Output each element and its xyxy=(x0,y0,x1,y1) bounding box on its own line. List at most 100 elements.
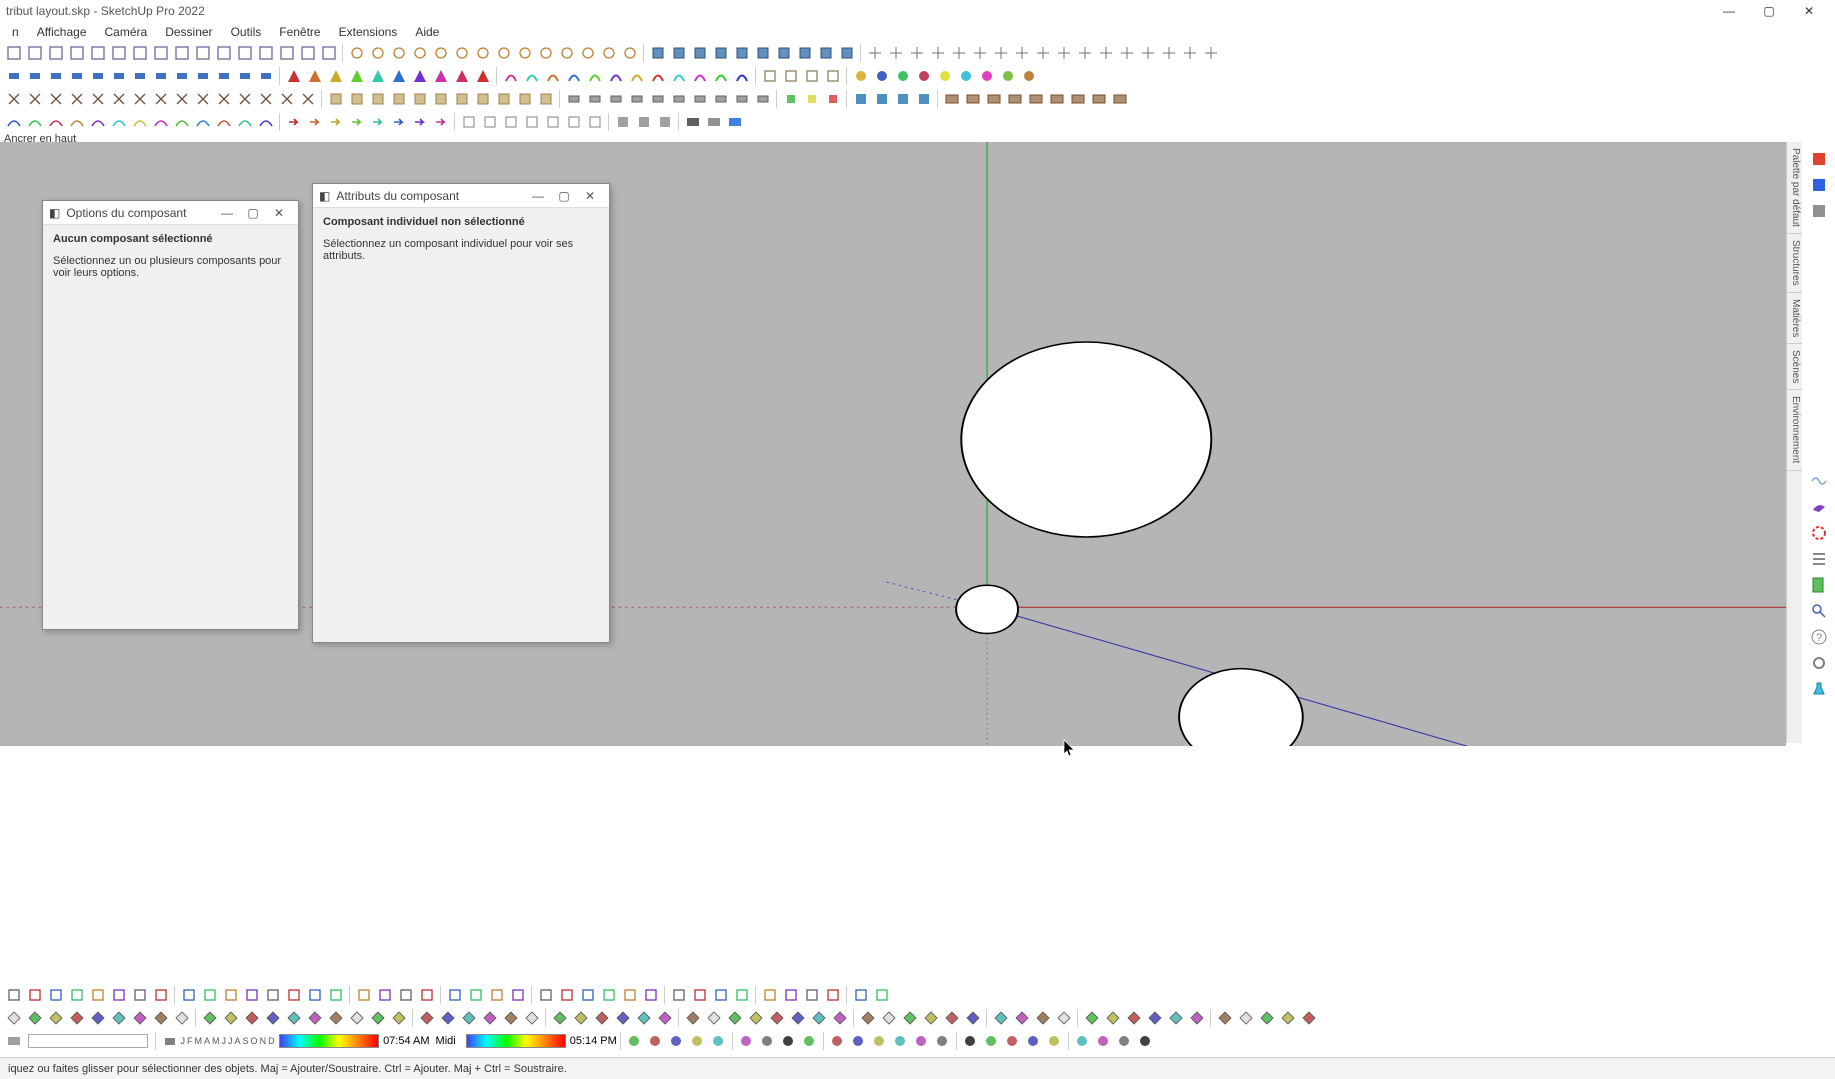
tool-r1-2[interactable] xyxy=(46,43,65,62)
tool-b1-26[interactable] xyxy=(578,985,597,1004)
tool-b1-3[interactable] xyxy=(67,985,86,1004)
tool-r1b-3[interactable] xyxy=(410,43,429,62)
tool-r3f-0[interactable] xyxy=(942,89,961,108)
tool-r3b-0[interactable] xyxy=(326,89,345,108)
tool-r2e-5[interactable] xyxy=(956,66,975,85)
tool-r4c-5[interactable] xyxy=(564,112,583,131)
tool-b1-33[interactable] xyxy=(732,985,751,1004)
tool-r1c-0[interactable] xyxy=(648,43,667,62)
tab-environnement[interactable]: Environnement xyxy=(1787,390,1802,470)
menu-outils[interactable]: Outils xyxy=(223,24,270,40)
help-icon[interactable]: ? xyxy=(1808,626,1830,648)
printer-icon[interactable] xyxy=(160,1031,179,1050)
panel-options-close[interactable]: ✕ xyxy=(266,206,292,220)
tool-b2-42[interactable] xyxy=(921,1008,940,1027)
tool-b3b-0[interactable] xyxy=(625,1031,644,1050)
tool-b2-8[interactable] xyxy=(172,1008,191,1027)
tab-matieres[interactable]: Matières xyxy=(1787,293,1802,344)
tool-r1d-11[interactable] xyxy=(1096,43,1115,62)
bird-icon[interactable] xyxy=(1808,496,1830,518)
tab-scenes[interactable]: Scènes xyxy=(1787,344,1802,390)
tool-b1-31[interactable] xyxy=(690,985,709,1004)
tool-r3c-1[interactable] xyxy=(585,89,604,108)
tool-r3-11[interactable] xyxy=(235,89,254,108)
maximize-button[interactable]: ▢ xyxy=(1749,0,1789,22)
tool-r4d-0[interactable] xyxy=(613,112,632,131)
tool-b3b-9[interactable] xyxy=(828,1031,847,1050)
minimize-button[interactable]: — xyxy=(1709,0,1749,22)
tool-r2d-2[interactable] xyxy=(802,66,821,85)
tool-b1-37[interactable] xyxy=(823,985,842,1004)
tool-r1b-10[interactable] xyxy=(557,43,576,62)
tool-r2b-0[interactable] xyxy=(284,66,303,85)
tool-b3b-14[interactable] xyxy=(933,1031,952,1050)
tool-r4-4[interactable] xyxy=(88,112,107,131)
tool-r3-6[interactable] xyxy=(130,89,149,108)
tool-b1-8[interactable] xyxy=(179,985,198,1004)
tool-r2-3[interactable] xyxy=(67,66,86,85)
tool-b2-20[interactable] xyxy=(438,1008,457,1027)
cube-blue-icon[interactable] xyxy=(1808,174,1830,196)
tool-r2c-1[interactable] xyxy=(522,66,541,85)
tool-r3b-4[interactable] xyxy=(410,89,429,108)
tool-b3b-11[interactable] xyxy=(870,1031,889,1050)
circle-large[interactable] xyxy=(961,342,1211,537)
tool-b2-58[interactable] xyxy=(1278,1008,1297,1027)
panel-component-options[interactable]: ◧ Options du composant — ▢ ✕ Aucun compo… xyxy=(42,200,299,630)
tool-r4-2[interactable] xyxy=(46,112,65,131)
tool-r1-4[interactable] xyxy=(88,43,107,62)
tool-r3c-0[interactable] xyxy=(564,89,583,108)
tool-r3c-9[interactable] xyxy=(753,89,772,108)
tool-b2-44[interactable] xyxy=(963,1008,982,1027)
tool-r4d-1[interactable] xyxy=(634,112,653,131)
tool-r2b-2[interactable] xyxy=(326,66,345,85)
tool-r3b-9[interactable] xyxy=(515,89,534,108)
tool-b3b-3[interactable] xyxy=(688,1031,707,1050)
tool-r2b-1[interactable] xyxy=(305,66,324,85)
tool-r1c-3[interactable] xyxy=(711,43,730,62)
tool-r4b-6[interactable] xyxy=(410,112,429,131)
tool-b1-32[interactable] xyxy=(711,985,730,1004)
tool-b2-4[interactable] xyxy=(88,1008,107,1027)
tool-r2e-2[interactable] xyxy=(893,66,912,85)
tool-b2-10[interactable] xyxy=(221,1008,240,1027)
tool-r4-3[interactable] xyxy=(67,112,86,131)
tool-b3b-12[interactable] xyxy=(891,1031,910,1050)
tool-b2-36[interactable] xyxy=(788,1008,807,1027)
panel-attr-close[interactable]: ✕ xyxy=(577,189,603,203)
tool-b2-23[interactable] xyxy=(501,1008,520,1027)
tool-r2b-7[interactable] xyxy=(431,66,450,85)
tool-r2-6[interactable] xyxy=(130,66,149,85)
tool-b1-16[interactable] xyxy=(354,985,373,1004)
tool-r2d-3[interactable] xyxy=(823,66,842,85)
tool-r3b-3[interactable] xyxy=(389,89,408,108)
tool-r1c-8[interactable] xyxy=(816,43,835,62)
tool-r3f-4[interactable] xyxy=(1026,89,1045,108)
tool-r1d-5[interactable] xyxy=(970,43,989,62)
tool-b1-35[interactable] xyxy=(781,985,800,1004)
menu-n[interactable]: n xyxy=(4,24,27,40)
tool-r3c-6[interactable] xyxy=(690,89,709,108)
tool-r2c-2[interactable] xyxy=(543,66,562,85)
tool-r1c-6[interactable] xyxy=(774,43,793,62)
tool-b2-2[interactable] xyxy=(46,1008,65,1027)
tool-b1-20[interactable] xyxy=(445,985,464,1004)
tool-b1-15[interactable] xyxy=(326,985,345,1004)
tool-r4-12[interactable] xyxy=(256,112,275,131)
tool-r3b-5[interactable] xyxy=(431,89,450,108)
tool-b3b-8[interactable] xyxy=(800,1031,819,1050)
tool-r2-1[interactable] xyxy=(25,66,44,85)
tool-r4c-6[interactable] xyxy=(585,112,604,131)
tool-b2-32[interactable] xyxy=(704,1008,723,1027)
tool-b1-1[interactable] xyxy=(25,985,44,1004)
tool-r2c-6[interactable] xyxy=(627,66,646,85)
tool-r2d-0[interactable] xyxy=(760,66,779,85)
tool-b1-18[interactable] xyxy=(396,985,415,1004)
tool-b1-9[interactable] xyxy=(200,985,219,1004)
tool-b1-14[interactable] xyxy=(305,985,324,1004)
tool-r4-7[interactable] xyxy=(151,112,170,131)
tool-r2-8[interactable] xyxy=(172,66,191,85)
tool-b2-43[interactable] xyxy=(942,1008,961,1027)
tool-b2-1[interactable] xyxy=(25,1008,44,1027)
tool-b1-29[interactable] xyxy=(641,985,660,1004)
